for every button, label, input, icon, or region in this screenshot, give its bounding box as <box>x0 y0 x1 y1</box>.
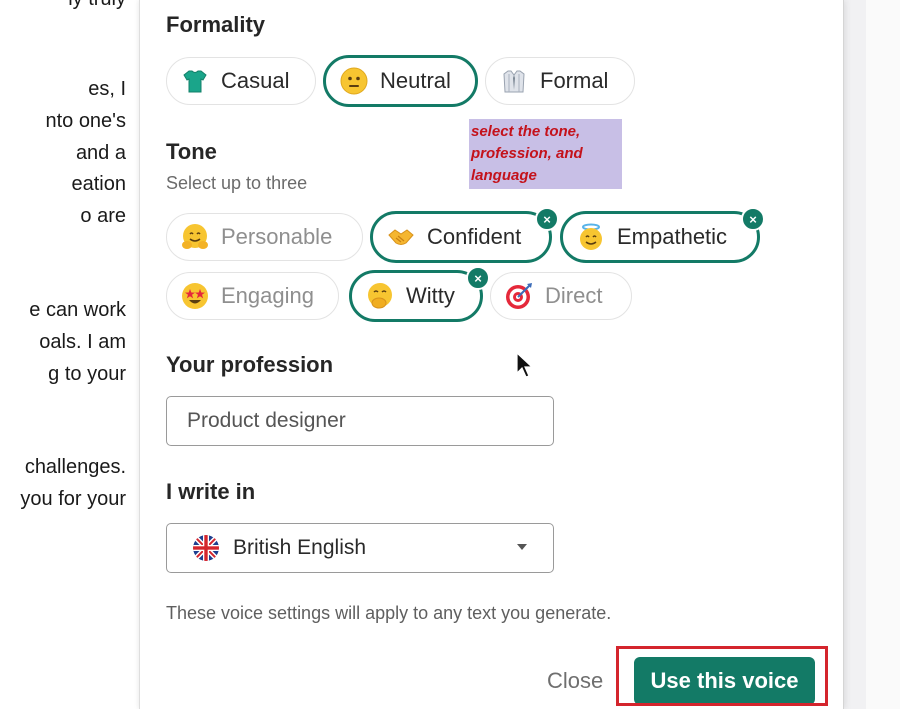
chip-label: Engaging <box>221 283 314 308</box>
language-select[interactable]: British English <box>166 523 554 573</box>
doc-line: oals. I am <box>39 331 126 353</box>
formality-option-neutral[interactable]: Neutral <box>323 55 478 107</box>
chip-label: Witty <box>406 283 455 308</box>
chip-label: Casual <box>221 68 290 93</box>
doc-line: challenges. <box>24 456 126 478</box>
doc-line: nto one's <box>45 110 126 132</box>
formal-shirt-icon <box>498 65 530 97</box>
remove-empathetic-icon[interactable]: × <box>741 207 765 231</box>
doc-line: you for your <box>20 488 126 510</box>
close-button[interactable]: Close <box>547 668 603 694</box>
chip-label: Formal <box>540 68 609 93</box>
giggle-face-icon <box>364 280 396 312</box>
tone-option-empathetic[interactable]: Empathetic <box>560 211 760 263</box>
background-document: ly truly es, I nto one's and a eation o … <box>0 0 140 709</box>
chip-label: Neutral <box>380 68 451 93</box>
chip-label: Empathetic <box>617 224 728 249</box>
chip-label: Personable <box>221 224 333 249</box>
window-edge <box>866 0 900 709</box>
halo-face-icon <box>575 221 607 253</box>
doc-line: eation <box>71 173 127 195</box>
profession-input[interactable]: Product designer <box>166 396 554 446</box>
voice-settings-panel: Formality Casual Neutral Formal Tone Sel… <box>139 0 844 709</box>
chip-label: Direct <box>545 283 603 308</box>
language-heading: I write in <box>166 479 256 504</box>
star-struck-icon <box>179 280 211 312</box>
t-shirt-icon <box>179 65 211 97</box>
doc-line: o are <box>80 205 126 227</box>
tone-option-confident[interactable]: Confident <box>370 211 552 263</box>
doc-line: g to your <box>48 363 126 385</box>
formality-option-casual[interactable]: Casual <box>166 57 316 105</box>
tone-option-engaging[interactable]: Engaging <box>166 272 339 320</box>
chevron-down-icon <box>517 544 527 550</box>
highlight-box <box>616 646 828 706</box>
mouse-cursor-icon <box>516 352 534 378</box>
tone-option-direct[interactable]: Direct <box>490 272 632 320</box>
doc-line: ly truly <box>68 0 126 11</box>
handshake-icon <box>385 221 417 253</box>
tutorial-annotation: select the tone, profession, and languag… <box>469 119 622 189</box>
language-value: British English <box>233 536 367 559</box>
formality-option-formal[interactable]: Formal <box>485 57 635 105</box>
tone-option-witty[interactable]: Witty <box>349 270 483 322</box>
profession-heading: Your profession <box>166 352 334 377</box>
chip-label: Confident <box>427 224 522 249</box>
tone-heading: Tone <box>166 139 217 164</box>
bullseye-icon <box>503 280 535 312</box>
remove-witty-icon[interactable]: × <box>466 266 490 290</box>
doc-line: and a <box>75 142 126 164</box>
settings-note: These voice settings will apply to any t… <box>166 603 612 623</box>
profession-input-value: Product designer <box>187 409 346 432</box>
hugging-face-icon <box>179 221 211 253</box>
panel-scrollbar-track[interactable] <box>842 0 866 709</box>
doc-line: es, I <box>88 78 126 100</box>
neutral-face-icon <box>338 65 370 97</box>
uk-flag-icon <box>193 535 219 561</box>
remove-confident-icon[interactable]: × <box>535 207 559 231</box>
tone-subtitle: Select up to three <box>166 173 308 193</box>
doc-line: e can work <box>29 299 126 321</box>
tone-option-personable[interactable]: Personable <box>166 213 363 261</box>
formality-heading: Formality <box>166 12 266 37</box>
